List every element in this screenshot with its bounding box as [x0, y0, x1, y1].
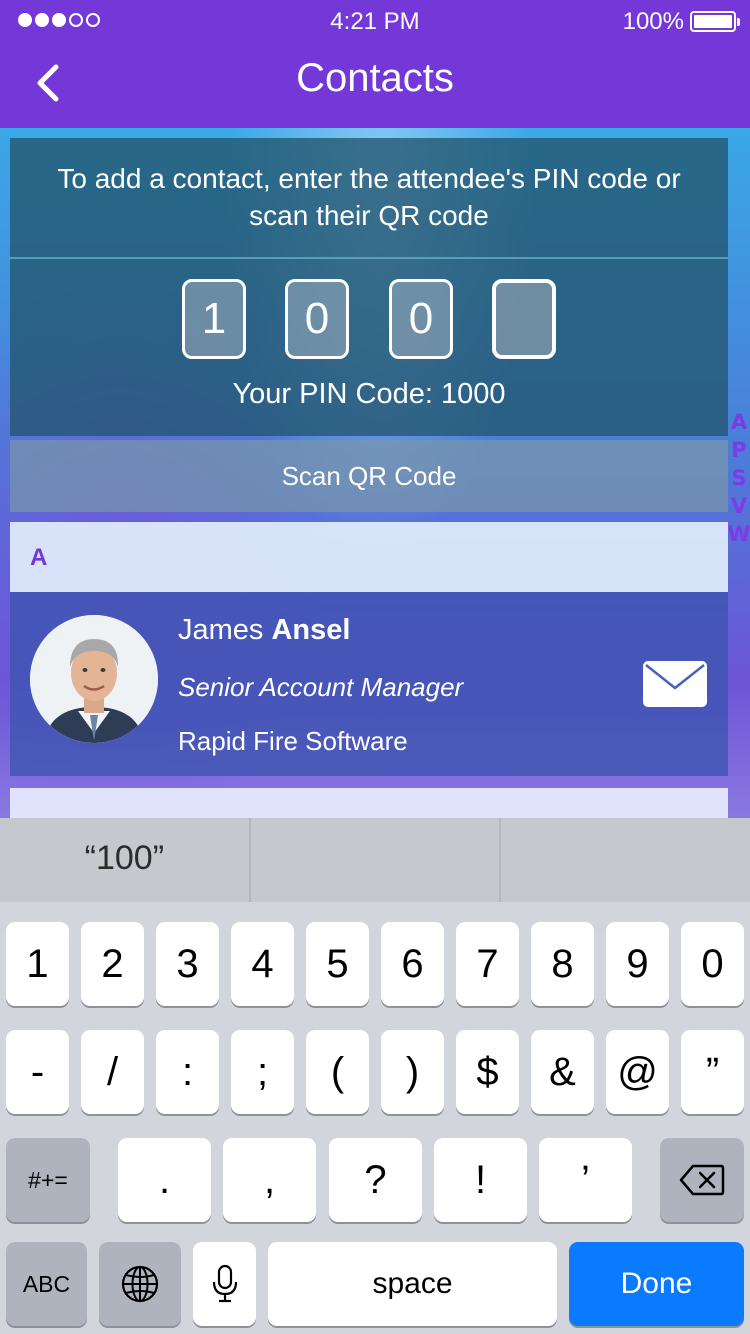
page-title: Contacts — [296, 56, 454, 100]
battery-icon — [690, 11, 740, 32]
contact-name: James Ansel — [178, 614, 350, 647]
key-dollar[interactable]: $ — [456, 1030, 519, 1114]
key-exclamation[interactable]: ! — [434, 1138, 527, 1222]
key-close-paren[interactable]: ) — [381, 1030, 444, 1114]
more-symbols-key[interactable]: #+= — [6, 1138, 90, 1222]
key-hyphen[interactable]: - — [6, 1030, 69, 1114]
key-7[interactable]: 7 — [456, 922, 519, 1006]
dictation-key[interactable] — [193, 1242, 256, 1326]
contact-row[interactable]: James Ansel Senior Account Manager Rapid… — [10, 592, 728, 776]
key-quote[interactable]: ” — [681, 1030, 744, 1114]
space-key[interactable]: space — [268, 1242, 557, 1326]
key-5[interactable]: 5 — [306, 922, 369, 1006]
key-question[interactable]: ? — [329, 1138, 422, 1222]
suggestion[interactable]: “100” — [0, 818, 249, 902]
pin-digit-1[interactable]: 1 — [182, 279, 246, 359]
contact-job-title: Senior Account Manager — [178, 672, 464, 702]
suggestion[interactable] — [499, 818, 750, 902]
globe-key[interactable] — [99, 1242, 181, 1326]
key-slash[interactable]: / — [81, 1030, 144, 1114]
numeric-keyboard: 1 2 3 4 5 6 7 8 9 0 - / : ; ( ) $ & @ ” … — [0, 902, 750, 1334]
status-bar: 4:21 PM 100% — [0, 0, 750, 42]
your-pin-code: Your PIN Code: 1000 — [232, 378, 506, 410]
abc-key[interactable]: ABC — [6, 1242, 87, 1326]
contact-company: Rapid Fire Software — [178, 726, 408, 756]
section-index-bar[interactable]: A P S V W — [727, 408, 750, 548]
microphone-icon — [212, 1264, 237, 1303]
index-letter[interactable]: S — [731, 464, 746, 492]
predictive-text-bar: “100” — [0, 818, 750, 902]
key-3[interactable]: 3 — [156, 922, 219, 1006]
key-1[interactable]: 1 — [6, 922, 69, 1006]
key-ampersand[interactable]: & — [531, 1030, 594, 1114]
key-2[interactable]: 2 — [81, 922, 144, 1006]
delete-key[interactable] — [660, 1138, 744, 1222]
key-colon[interactable]: : — [156, 1030, 219, 1114]
scan-qr-button[interactable]: Scan QR Code — [10, 440, 728, 512]
key-semicolon[interactable]: ; — [231, 1030, 294, 1114]
avatar — [30, 615, 158, 743]
battery-percent: 100% — [622, 8, 684, 35]
key-at[interactable]: @ — [606, 1030, 669, 1114]
pin-digit-2[interactable]: 0 — [285, 279, 349, 359]
key-4[interactable]: 4 — [231, 922, 294, 1006]
suggestion[interactable] — [248, 818, 500, 902]
key-6[interactable]: 6 — [381, 922, 444, 1006]
navigation-bar: Contacts — [0, 42, 750, 128]
pin-instructions: To add a contact, enter the attendee's P… — [57, 163, 681, 231]
backspace-icon — [679, 1164, 725, 1196]
done-key[interactable]: Done — [569, 1242, 744, 1326]
key-apostrophe[interactable]: ’ — [539, 1138, 632, 1222]
email-contact-button[interactable] — [642, 660, 708, 708]
key-9[interactable]: 9 — [606, 922, 669, 1006]
pin-digit-3[interactable]: 0 — [389, 279, 453, 359]
index-letter[interactable]: P — [731, 436, 746, 464]
key-0[interactable]: 0 — [681, 922, 744, 1006]
mail-icon — [643, 661, 707, 707]
key-open-paren[interactable]: ( — [306, 1030, 369, 1114]
contact-last-name: Ansel — [271, 614, 351, 646]
key-period[interactable]: . — [118, 1138, 211, 1222]
section-header — [10, 788, 728, 818]
contacts-content[interactable]: To add a contact, enter the attendee's P… — [0, 128, 750, 818]
pin-digit-4[interactable] — [492, 279, 556, 359]
index-letter[interactable]: A — [731, 408, 747, 436]
section-letter: A — [30, 544, 48, 571]
section-header: A — [10, 522, 728, 592]
index-letter[interactable]: W — [727, 520, 750, 548]
contact-first-name: James — [178, 614, 264, 646]
pin-input-group: 1 0 0 — [10, 279, 728, 359]
key-comma[interactable]: , — [223, 1138, 316, 1222]
key-8[interactable]: 8 — [531, 922, 594, 1006]
index-letter[interactable]: V — [731, 492, 747, 520]
pin-entry-panel: To add a contact, enter the attendee's P… — [10, 138, 728, 436]
divider — [10, 257, 728, 259]
globe-icon — [121, 1265, 159, 1303]
top-bar: 4:21 PM 100% Contacts — [0, 0, 750, 128]
